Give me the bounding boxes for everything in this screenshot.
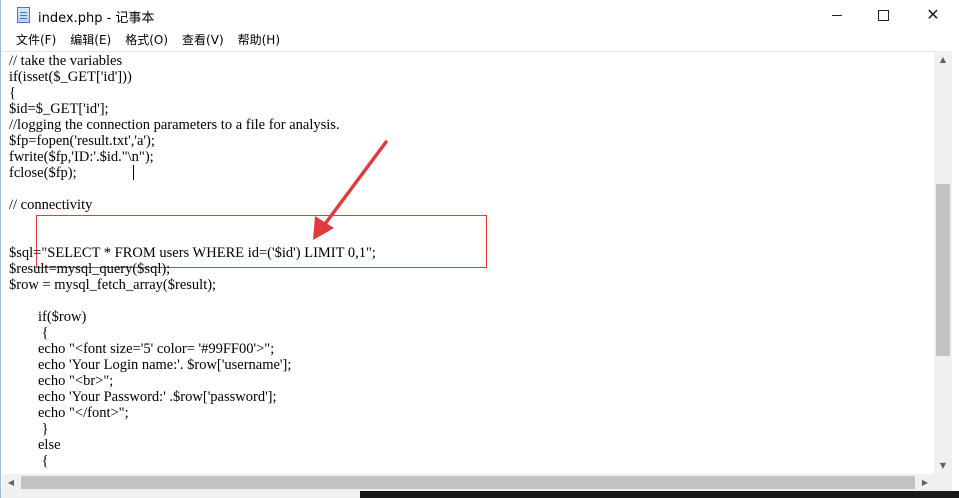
code-line: // take the variables [9,53,123,69]
code-line: $row = mysql_fetch_array($result); [9,277,217,293]
code-line: else [9,437,61,453]
horizontal-scroll-thumb[interactable] [21,476,915,489]
code-line: fclose($fp); [9,165,77,181]
code-line: if(isset($_GET['id'])) [9,69,132,85]
menu-help[interactable]: 帮助(H) [231,30,287,51]
menu-format[interactable]: 格式(O) [118,30,175,51]
code-line: // connectivity [9,197,93,213]
code-line: echo "</font>"; [9,405,129,421]
size-grip[interactable] [934,474,952,491]
code-line: echo 'Your Login name:'. $row['username'… [9,357,292,373]
code-line: $id=$_GET['id']; [9,101,109,117]
minimize-button[interactable] [814,0,860,30]
scroll-down-arrow-icon[interactable]: ▼ [934,457,952,474]
code-line: { [9,453,49,469]
title-bar[interactable]: index.php - 记事本 ✕ [1,0,959,30]
menu-file[interactable]: 文件(F) [9,30,63,51]
text-caret [133,165,134,180]
menu-view[interactable]: 查看(V) [175,30,231,51]
code-line: { [9,325,49,341]
code-line: } [9,421,49,437]
code-line: $fp=fopen('result.txt','a'); [9,133,155,149]
scroll-right-arrow-icon[interactable]: ▶ [916,474,934,491]
code-line: $sql="SELECT * FROM users WHERE id=('$id… [9,245,376,261]
menu-edit[interactable]: 编辑(E) [63,30,118,51]
scroll-up-arrow-icon[interactable]: ▲ [934,51,952,68]
close-icon: ✕ [926,5,940,24]
code-line: fwrite($fp,'ID:'.$id."\n"); [9,149,154,165]
maximize-button[interactable] [860,0,906,30]
close-button[interactable]: ✕ [906,0,959,30]
window-title: index.php - 记事本 [38,11,155,26]
window-border [952,30,959,498]
code-line: { [9,85,16,101]
scroll-left-arrow-icon[interactable]: ◀ [2,474,20,491]
notepad-icon[interactable] [17,7,30,23]
code-line: echo "<font size='5' color= '#99FF00'>"; [9,341,275,357]
code-line: echo 'Your Password:' .$row['password']; [9,389,277,405]
code-line: echo "<br>"; [9,373,114,389]
background-window [360,491,959,498]
code-line: //logging the connection parameters to a… [9,117,340,133]
minimize-icon [832,14,842,16]
horizontal-scrollbar[interactable]: ◀ ▶ [2,474,934,491]
notepad-window: index.php - 记事本 ✕ 文件(F) 编辑(E) 格式(O) 查看(V… [0,0,959,498]
code-line: $result=mysql_query($sql); [9,261,171,277]
code-line: if($row) [9,309,87,325]
maximize-icon [877,9,889,21]
vertical-scroll-thumb[interactable] [936,184,950,356]
vertical-scrollbar[interactable]: ▲ ▼ [934,51,952,474]
text-editor[interactable]: // take the variables if(isset($_GET['id'… [2,51,934,475]
menu-bar: 文件(F) 编辑(E) 格式(O) 查看(V) 帮助(H) [1,30,959,51]
